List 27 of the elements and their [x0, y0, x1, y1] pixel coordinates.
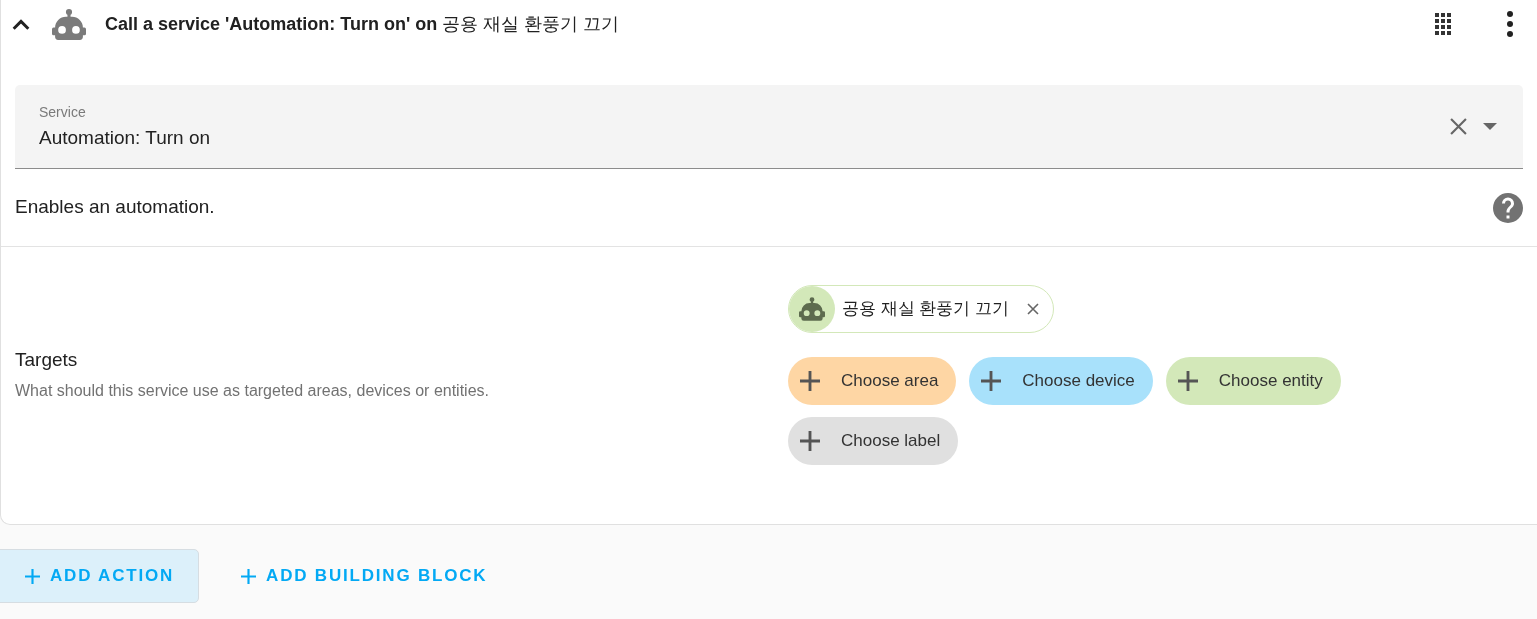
plus-icon: [800, 430, 820, 451]
targets-title: Targets: [15, 347, 79, 372]
choose-target-button[interactable]: Choose device: [969, 356, 1153, 405]
plus-icon: [1177, 370, 1198, 391]
choose-target-button[interactable]: Choose area: [788, 356, 957, 405]
plus-icon: [241, 568, 257, 584]
choose-target-button[interactable]: Choose entity: [1165, 356, 1341, 405]
service-description: Enables an automation.: [15, 195, 215, 220]
grid-icon[interactable]: [1435, 13, 1451, 35]
header-title: Call a service 'Automation: Turn on' on 공용 재실 환풍기 끄기: [105, 12, 620, 36]
plus-icon: [800, 370, 820, 391]
help-icon[interactable]: [1493, 192, 1523, 223]
choose-target-button[interactable]: Choose label: [788, 416, 959, 465]
clear-icon[interactable]: [1450, 118, 1467, 135]
chevron-up-icon[interactable]: [12, 18, 30, 30]
remove-icon[interactable]: [1027, 302, 1040, 315]
service-select-field[interactable]: Service Automation: Turn on: [15, 85, 1523, 169]
field-value: Automation: Turn on: [39, 125, 212, 150]
plus-icon: [981, 370, 1002, 391]
dropdown-arrow-icon[interactable]: [1483, 123, 1497, 130]
entity-avatar-icon: [789, 285, 835, 332]
chip-label: 공용 재실 환풍기 끄기: [842, 297, 1010, 320]
plus-icon: [25, 568, 40, 584]
field-label: Service: [39, 102, 87, 121]
more-vertical-icon[interactable]: [1507, 11, 1513, 37]
robot-icon: [52, 8, 86, 40]
targets-description: What should this service use as targeted areas, devices or entities.: [15, 380, 490, 401]
